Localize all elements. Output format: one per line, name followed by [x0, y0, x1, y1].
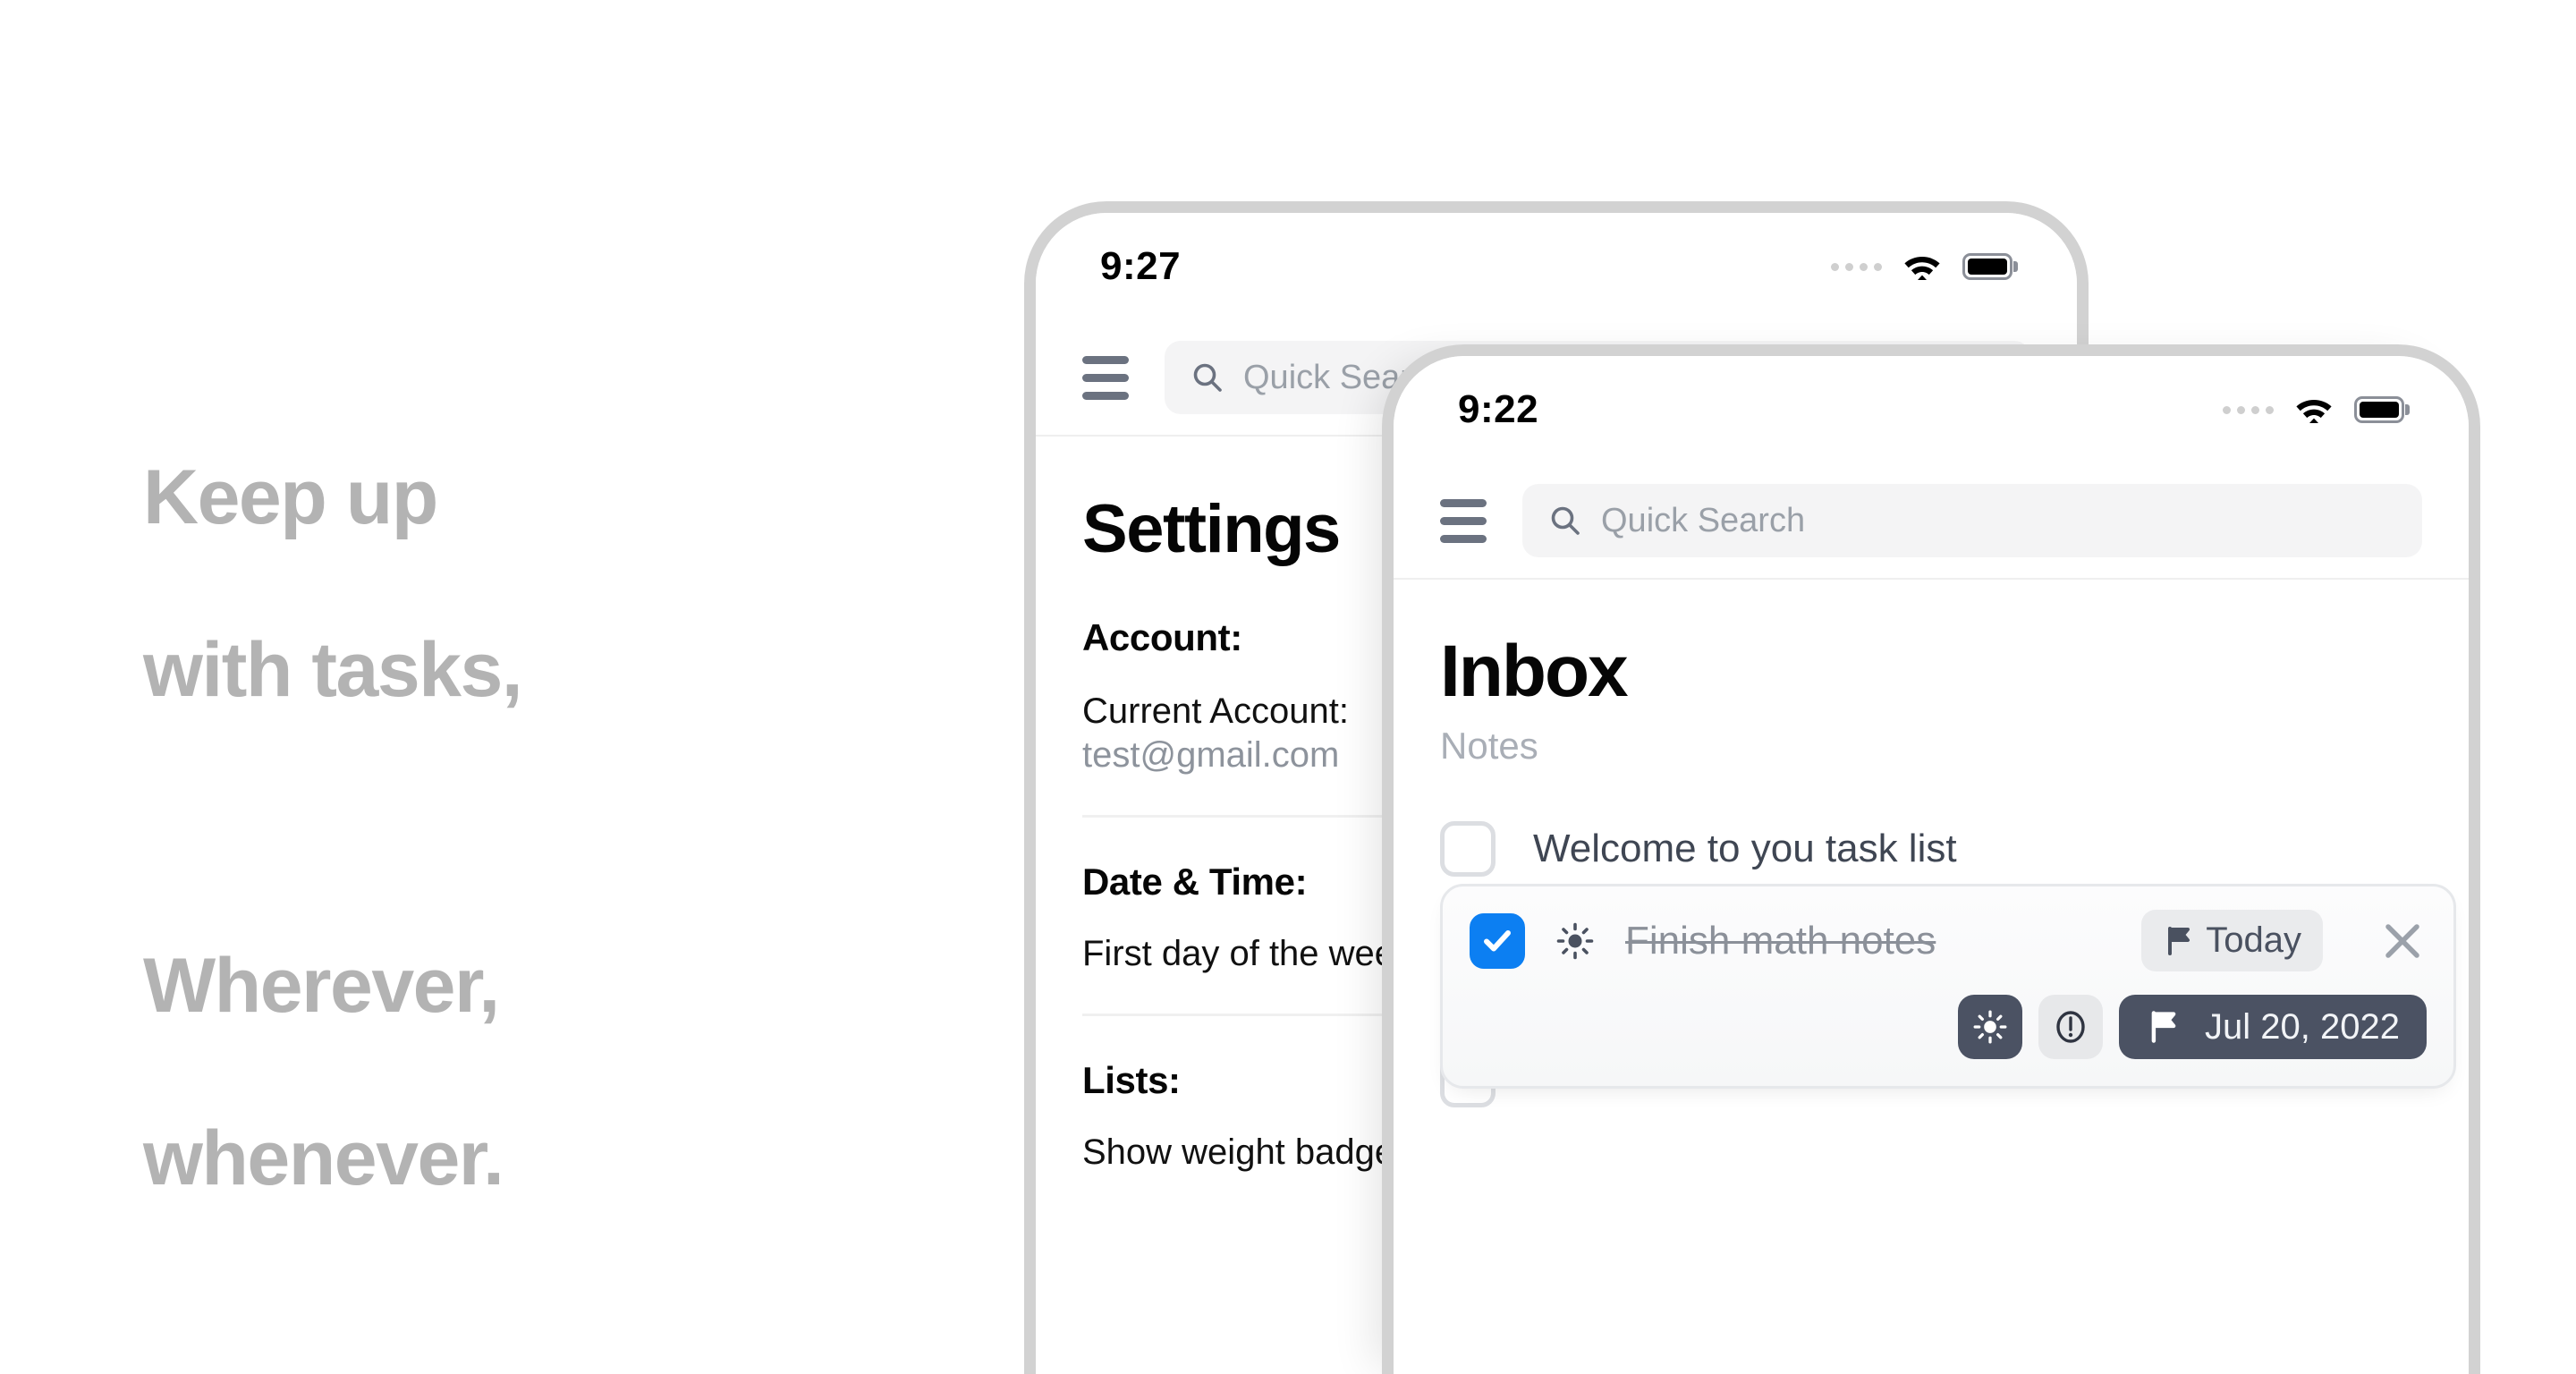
sun-icon: [1973, 1010, 2007, 1044]
inbox-page: Inbox Notes Welcome to you task list Fin…: [1394, 580, 2469, 1374]
search-placeholder: Quick Search: [1601, 501, 1806, 539]
page-title: Inbox: [1440, 631, 1629, 712]
search-icon: [1193, 363, 1222, 392]
front-phone-screen: 9:22 Quick Search Inbox Notes Welcome to…: [1394, 356, 2469, 1374]
inbox-header: Inbox Notes: [1394, 580, 2469, 768]
task-due-date-label: Jul 20, 2022: [2205, 1006, 2400, 1047]
flag-icon: [2151, 1011, 2176, 1043]
marketing-headline: Keep up with tasks, Wherever, whenever.: [143, 369, 523, 1287]
hamburger-menu-icon[interactable]: [1440, 498, 1487, 543]
phone-mockup-front: 9:22 Quick Search Inbox Notes Welcome to…: [1382, 344, 2480, 1374]
task-due-date-button[interactable]: Jul 20, 2022: [2119, 995, 2427, 1059]
status-indicators: [1831, 251, 2012, 282]
headline-line-4: whenever.: [143, 1115, 504, 1201]
task-detail-card: Finish math notes Today Jul 20, 2022: [1440, 884, 2456, 1089]
signal-dots-icon: [1831, 262, 1882, 271]
headline-spacer: [143, 800, 521, 857]
wifi-icon: [2296, 400, 2332, 423]
search-icon: [1551, 506, 1580, 535]
status-indicators: [2223, 394, 2404, 425]
today-chip[interactable]: Today: [2141, 910, 2323, 971]
search-input[interactable]: Quick Search: [1522, 484, 2422, 557]
flag-icon: [2168, 926, 2190, 955]
task-title: Finish math notes: [1625, 918, 1936, 963]
front-status-bar: 9:22: [1394, 356, 2469, 463]
wifi-icon: [1904, 257, 1940, 280]
today-chip-label: Today: [2206, 920, 2301, 960]
sun-icon: [1556, 922, 1594, 959]
task-checkbox-checked[interactable]: [1470, 912, 1525, 969]
battery-icon: [2354, 396, 2404, 423]
checkmark-icon: [1484, 929, 1511, 951]
task-detail-row: Finish math notes Today: [1470, 910, 2427, 971]
back-status-bar: 9:27: [1036, 213, 2077, 320]
task-checkbox[interactable]: [1440, 821, 1496, 877]
status-time: 9:22: [1458, 387, 1539, 431]
front-app-bar: Quick Search: [1394, 463, 2469, 580]
headline-line-2: with tasks,: [143, 626, 523, 713]
headline-line-3: Wherever,: [143, 942, 500, 1029]
signal-dots-icon: [2223, 405, 2274, 414]
exclamation-circle-icon: [2056, 1011, 2085, 1043]
task-action-toolbar: Jul 20, 2022: [1470, 995, 2427, 1059]
status-time: 9:27: [1100, 244, 1182, 288]
hamburger-menu-icon[interactable]: [1082, 355, 1129, 400]
task-priority-button[interactable]: [2038, 995, 2104, 1059]
headline-line-1: Keep up: [143, 454, 438, 541]
task-label: Welcome to you task list: [1533, 827, 1957, 870]
close-x-icon[interactable]: [2378, 917, 2427, 965]
task-type-sun-button[interactable]: [1958, 995, 2023, 1059]
promo-canvas: Keep up with tasks, Wherever, whenever. …: [0, 0, 2576, 1374]
battery-icon: [1962, 253, 2012, 280]
page-subtitle: Notes: [1440, 725, 1538, 767]
